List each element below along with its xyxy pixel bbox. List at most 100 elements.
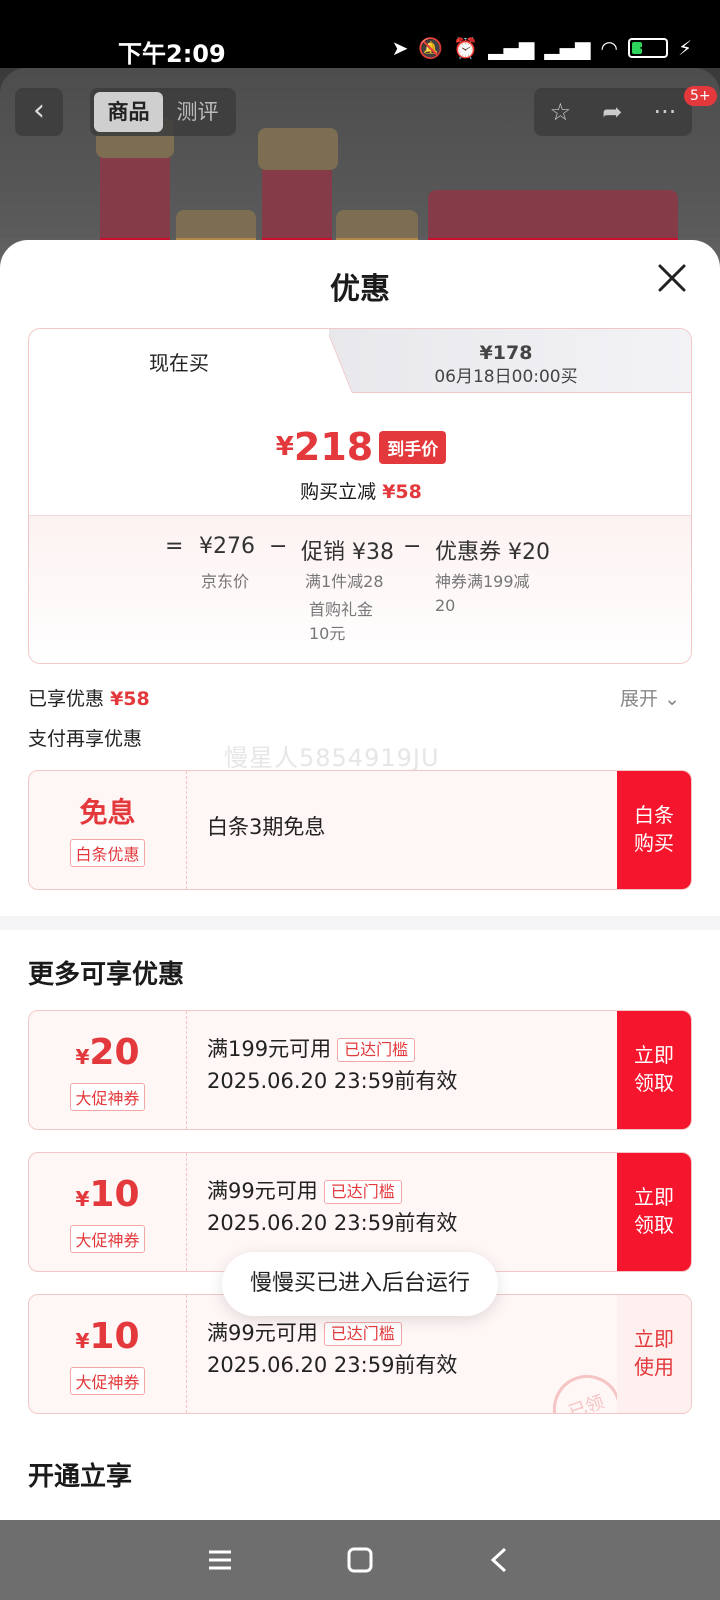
more-icon[interactable]: ··· bbox=[654, 98, 677, 126]
threshold-badge: 已达门槛 bbox=[323, 1180, 402, 1204]
baitiao-left: 免息 白条优惠 bbox=[29, 771, 187, 889]
pay-more-label: 支付再享优惠 bbox=[28, 728, 143, 750]
coupon-tag: 大促神券 bbox=[70, 1083, 145, 1111]
button-label: 立即 bbox=[634, 1043, 674, 1067]
coupon-condition: 满99元可用 bbox=[207, 1179, 318, 1203]
battery-level: 31 bbox=[639, 38, 657, 52]
minus-sign: − bbox=[403, 534, 422, 559]
coupon-condition: 满99元可用 bbox=[207, 1321, 318, 1345]
instant-discount-value: ¥58 bbox=[382, 481, 422, 503]
baitiao-title: 免息 bbox=[79, 796, 136, 829]
equals-sign: = bbox=[165, 534, 184, 559]
coupon-expiry: 2025.06.20 23:59前有效 bbox=[207, 1069, 458, 1093]
system-nav-bar bbox=[0, 1520, 720, 1600]
product-tabs: 商品 测评 bbox=[90, 88, 236, 136]
coupon-detail: 神券满199减 bbox=[435, 572, 530, 591]
later-time: 06月18日00:00买 bbox=[434, 367, 578, 387]
background-toast: 慢慢买已进入后台运行 bbox=[222, 1252, 498, 1316]
charging-icon: ⚡ bbox=[677, 36, 692, 60]
coupon-info: 满199元可用 已达门槛 2025.06.20 23:59前有效 bbox=[207, 1033, 457, 1097]
minus-sign: − bbox=[269, 534, 288, 559]
coupon-amount: ¥10 bbox=[29, 1175, 186, 1219]
currency-symbol: ¥ bbox=[75, 1045, 90, 1069]
coupon-left: ¥20 大促神券 bbox=[29, 1011, 187, 1129]
more-offers-title: 更多可享优惠 bbox=[28, 960, 185, 990]
final-price-value: 218 bbox=[293, 425, 374, 469]
coupon-value: 20 bbox=[89, 1032, 140, 1073]
tab-review[interactable]: 测评 bbox=[163, 92, 232, 132]
tab-buy-now[interactable]: 现在买 bbox=[29, 329, 329, 397]
baitiao-offer: 免息 白条优惠 白条3期免息 白条 购买 bbox=[28, 770, 692, 890]
claim-coupon-button[interactable]: 立即 领取 bbox=[617, 1011, 691, 1129]
menu-icon[interactable] bbox=[206, 1546, 234, 1574]
signal-icon: ▂▄▆ bbox=[488, 36, 535, 60]
use-coupon-button[interactable]: 立即 使用 bbox=[617, 1295, 691, 1413]
enjoyed-label: 已享优惠 bbox=[28, 688, 105, 710]
alarm-icon: ⏰ bbox=[453, 36, 479, 60]
close-icon[interactable] bbox=[652, 258, 692, 298]
wifi-icon: ◠ bbox=[600, 36, 618, 60]
baitiao-tag: 白条优惠 bbox=[70, 839, 145, 867]
coupon-value: 10 bbox=[89, 1174, 140, 1215]
baitiao-desc: 白条3期免息 bbox=[207, 815, 326, 839]
enjoyed-discount: 已享优惠 ¥58 bbox=[28, 684, 150, 711]
final-price-tag: 到手价 bbox=[379, 430, 447, 464]
section-divider bbox=[0, 916, 720, 930]
open-benefit-title: 开通立享 bbox=[28, 1462, 133, 1492]
coupon-value: 10 bbox=[89, 1316, 140, 1357]
coupon-info: 满99元可用 已达门槛 2025.06.20 23:59前有效 bbox=[207, 1175, 457, 1239]
expand-label: 展开 bbox=[620, 688, 659, 710]
later-price: ¥178 bbox=[479, 342, 533, 364]
instant-discount: 购买立减 ¥58 bbox=[29, 477, 691, 504]
instant-discount-label: 购买立减 bbox=[300, 481, 377, 503]
promo-amount: 促销 ¥38 bbox=[301, 540, 394, 565]
coupon-amount: ¥20 bbox=[29, 1033, 186, 1077]
currency-symbol: ¥ bbox=[275, 432, 294, 462]
currency-symbol: ¥ bbox=[75, 1187, 90, 1211]
promo-detail: 首购礼金 bbox=[309, 600, 374, 619]
jd-price-label: 京东价 bbox=[201, 572, 250, 591]
button-label: 立即 bbox=[634, 1185, 674, 1209]
status-icons: ➤ 🔕 ⏰ ▂▄▆ ▂▄▆ ◠ 31 ⚡ bbox=[392, 36, 692, 60]
promo-detail: 满1件减28 bbox=[305, 572, 384, 591]
button-label: 白条 bbox=[634, 803, 674, 827]
button-label: 使用 bbox=[634, 1355, 674, 1379]
back-icon[interactable] bbox=[486, 1546, 514, 1574]
status-time: 下午2:09 bbox=[118, 40, 226, 68]
coupon-info: 满99元可用 已达门槛 2025.06.20 23:59前有效 bbox=[207, 1317, 457, 1381]
location-icon: ➤ bbox=[391, 36, 409, 60]
coupon-tag: 大促神券 bbox=[70, 1367, 145, 1395]
coupon-expiry: 2025.06.20 23:59前有效 bbox=[207, 1211, 458, 1235]
coupon-expiry: 2025.06.20 23:59前有效 bbox=[207, 1353, 458, 1377]
chevron-down-icon: ⌄ bbox=[664, 688, 680, 710]
final-price: ¥218 到手价 bbox=[29, 425, 691, 469]
header-actions: ☆ ➦ ··· bbox=[534, 88, 692, 136]
coupon-card: ¥20 大促神券 满199元可用 已达门槛 2025.06.20 23:59前有效… bbox=[28, 1010, 692, 1130]
coupon-detail: 20 bbox=[435, 596, 456, 615]
baitiao-buy-button[interactable]: 白条 购买 bbox=[617, 771, 691, 889]
tab-buy-later[interactable]: ¥178 06月18日00:00买 bbox=[319, 329, 691, 393]
back-button[interactable]: ‹ bbox=[15, 88, 63, 136]
expand-button[interactable]: 展开 ⌄ bbox=[620, 684, 680, 711]
enjoyed-value: ¥58 bbox=[110, 688, 150, 710]
jd-price: ¥276 bbox=[199, 534, 255, 559]
coupon-left: ¥10 大促神券 bbox=[29, 1153, 187, 1271]
price-formula: = ¥276 − 促销 ¥38 − 优惠券 ¥20 京东价 满1件减28 首购礼… bbox=[29, 515, 691, 663]
tab-product[interactable]: 商品 bbox=[94, 92, 163, 132]
sheet-title: 优惠 bbox=[330, 272, 390, 307]
watermark: 慢星人5854919JU bbox=[224, 744, 440, 772]
threshold-badge: 已达门槛 bbox=[323, 1322, 402, 1346]
share-icon[interactable]: ➦ bbox=[602, 98, 622, 126]
signal-icon: ▂▄▆ bbox=[544, 36, 591, 60]
promo-detail: 10元 bbox=[309, 624, 346, 643]
coupon-amount: ¥10 bbox=[29, 1317, 186, 1361]
coupon-left: ¥10 大促神券 bbox=[29, 1295, 187, 1413]
button-label: 领取 bbox=[634, 1213, 674, 1237]
home-icon[interactable] bbox=[346, 1546, 374, 1574]
mute-icon: 🔕 bbox=[418, 36, 444, 60]
message-badge: 5+ bbox=[684, 86, 717, 106]
threshold-badge: 已达门槛 bbox=[337, 1038, 416, 1062]
claim-coupon-button[interactable]: 立即 领取 bbox=[617, 1153, 691, 1271]
button-label: 领取 bbox=[634, 1071, 674, 1095]
favorite-star-icon[interactable]: ☆ bbox=[550, 98, 572, 126]
